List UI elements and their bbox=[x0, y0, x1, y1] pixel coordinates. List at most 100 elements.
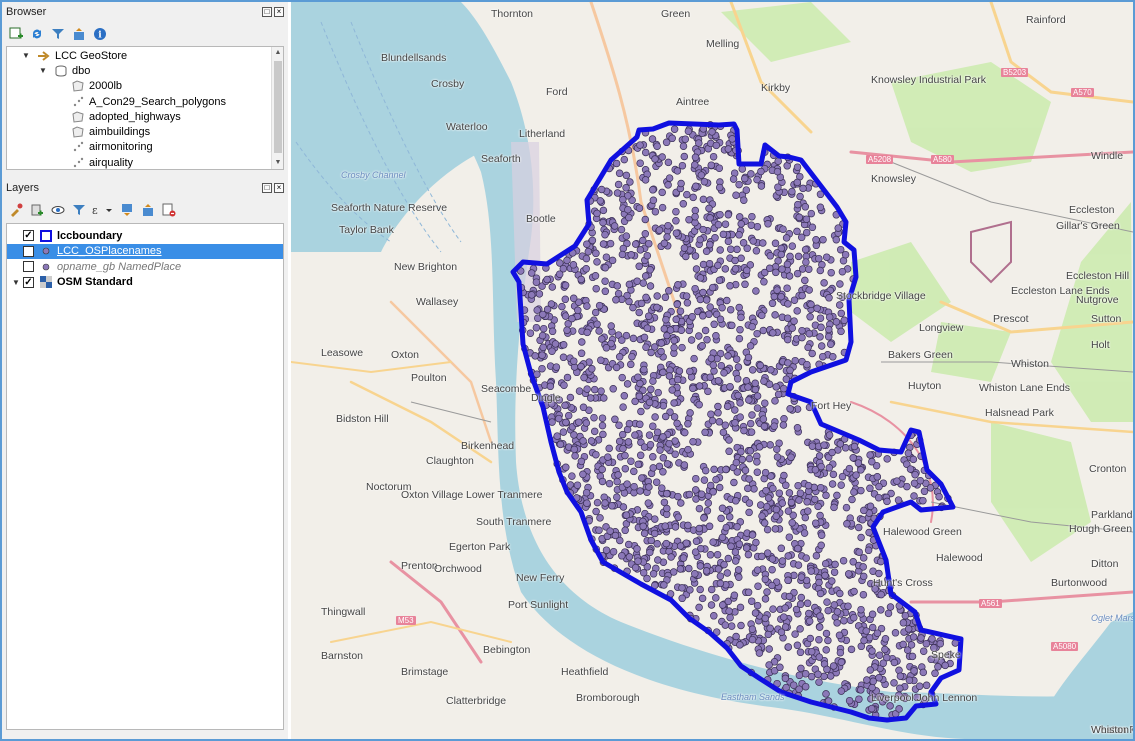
placename-point bbox=[583, 302, 591, 310]
placename-point bbox=[619, 444, 627, 453]
close-icon[interactable]: × bbox=[274, 7, 284, 17]
filter-icon[interactable] bbox=[50, 26, 66, 42]
placename-point bbox=[631, 563, 640, 572]
placename-point bbox=[735, 573, 743, 581]
layer-item[interactable]: ✓ lccboundary bbox=[7, 228, 283, 244]
placename-point bbox=[651, 207, 660, 216]
placename-point bbox=[628, 352, 636, 361]
layer-visibility-checkbox[interactable]: ✓ bbox=[23, 276, 34, 288]
browser-scrollbar[interactable]: ▲ ▼ bbox=[271, 47, 283, 169]
placename-point bbox=[771, 525, 780, 533]
info-icon[interactable]: i bbox=[92, 26, 108, 42]
placename-point bbox=[745, 499, 754, 507]
placename-point bbox=[546, 382, 555, 391]
visibility-icon[interactable] bbox=[50, 202, 66, 218]
placename-point bbox=[781, 604, 789, 612]
placename-point bbox=[614, 471, 622, 479]
placename-point bbox=[797, 233, 806, 242]
layer-visibility-checkbox[interactable]: ✓ bbox=[23, 230, 34, 242]
browser-item[interactable]: 2000lb bbox=[7, 79, 283, 94]
browser-item[interactable]: ▼ LCC GeoStore bbox=[7, 48, 283, 63]
close-icon[interactable]: × bbox=[274, 183, 284, 193]
placename-point bbox=[649, 570, 658, 578]
expand-arrow-icon[interactable]: ▼ bbox=[9, 278, 23, 287]
placename-point bbox=[702, 296, 711, 304]
refresh-icon[interactable] bbox=[29, 26, 45, 42]
expand-arrow-icon[interactable]: ▼ bbox=[38, 66, 48, 75]
map-canvas[interactable]: Thornton Green Melling Rainford Blundellsand… bbox=[291, 2, 1133, 739]
float-icon[interactable]: □ bbox=[262, 183, 272, 193]
remove-layer-icon[interactable] bbox=[161, 202, 177, 218]
placename-point bbox=[661, 522, 669, 530]
scroll-thumb[interactable] bbox=[274, 61, 282, 153]
placename-point bbox=[828, 577, 836, 585]
layer-visibility-checkbox[interactable] bbox=[23, 261, 34, 273]
float-icon[interactable]: □ bbox=[262, 7, 272, 17]
placename-point bbox=[635, 308, 643, 317]
layer-item[interactable]: ✓ LCC_OSPlacenames bbox=[7, 243, 283, 259]
scroll-up-icon[interactable]: ▲ bbox=[272, 47, 283, 59]
placename-point bbox=[910, 492, 918, 500]
map-place-label: Parklands bbox=[1091, 509, 1133, 521]
placename-point bbox=[639, 279, 648, 287]
placename-point bbox=[599, 206, 608, 215]
placename-point bbox=[569, 294, 578, 303]
osm-basemap[interactable] bbox=[291, 2, 1133, 739]
browser-item[interactable]: aimbuildings bbox=[7, 124, 283, 139]
style-manager-icon[interactable] bbox=[8, 202, 24, 218]
layer-visibility-checkbox[interactable]: ✓ bbox=[23, 245, 34, 257]
browser-item[interactable]: airmonitoring bbox=[7, 140, 283, 155]
placename-point bbox=[737, 447, 745, 456]
placename-point bbox=[726, 245, 735, 253]
placename-point bbox=[727, 542, 735, 551]
placename-point bbox=[605, 444, 613, 453]
filter-expression-icon[interactable]: ε bbox=[92, 202, 114, 218]
expand-arrow-icon[interactable]: ▼ bbox=[21, 51, 31, 60]
add-group-icon[interactable] bbox=[29, 202, 45, 218]
layer-item[interactable]: ▼ ✓ OSM Standard bbox=[7, 275, 283, 291]
map-place-label: Birkenhead bbox=[461, 440, 515, 452]
browser-item[interactable]: adopted_highways bbox=[7, 109, 283, 124]
placename-point bbox=[763, 525, 772, 534]
map-place-label: Whiston Lane Ends bbox=[979, 382, 1071, 394]
placename-point bbox=[716, 572, 725, 580]
layers-tree[interactable]: ✓ lccboundary ✓ LCC_OSPlacenames opname_gb N… bbox=[6, 223, 284, 730]
expand-all-icon[interactable] bbox=[119, 202, 135, 218]
placename-point bbox=[715, 276, 724, 285]
browser-item[interactable]: airquality bbox=[7, 155, 283, 169]
placename-point bbox=[598, 465, 606, 474]
add-selected-icon[interactable] bbox=[8, 26, 24, 42]
browser-item[interactable]: ▼ dbo bbox=[7, 63, 283, 78]
svg-text:i: i bbox=[98, 31, 102, 41]
placename-point bbox=[555, 270, 564, 278]
placename-point bbox=[658, 188, 666, 197]
placename-point bbox=[590, 427, 599, 436]
placename-point bbox=[721, 621, 730, 629]
placename-point bbox=[877, 590, 885, 599]
placename-point bbox=[795, 213, 804, 222]
placename-point bbox=[609, 385, 617, 393]
filter-legend-icon[interactable] bbox=[71, 202, 87, 218]
collapse-all-icon[interactable] bbox=[71, 26, 87, 42]
collapse-all-icon[interactable] bbox=[140, 202, 156, 218]
point-layer-icon bbox=[71, 141, 85, 153]
layer-item[interactable]: opname_gb NamedPlace bbox=[7, 259, 283, 275]
browser-item[interactable]: A_Con29_Search_polygons bbox=[7, 94, 283, 109]
placename-point bbox=[756, 361, 765, 370]
placename-point bbox=[761, 595, 770, 603]
placename-point bbox=[822, 690, 830, 698]
placename-point bbox=[636, 487, 644, 495]
placename-point bbox=[922, 639, 931, 648]
placename-point bbox=[868, 623, 877, 632]
placename-point bbox=[825, 431, 834, 439]
placename-point bbox=[858, 515, 867, 524]
browser-tree[interactable]: ▼ LCC GeoStore ▼ dbo 2000lb A_Con29_Search_po… bbox=[6, 46, 284, 170]
placename-point bbox=[716, 579, 725, 588]
placename-point bbox=[793, 178, 802, 187]
placename-point bbox=[718, 504, 727, 513]
map-place-label: Thornton bbox=[491, 8, 534, 20]
map-place-label: Rainford bbox=[1026, 14, 1066, 26]
placename-point bbox=[580, 373, 588, 382]
placename-point bbox=[601, 499, 609, 507]
scroll-down-icon[interactable]: ▼ bbox=[272, 157, 283, 169]
